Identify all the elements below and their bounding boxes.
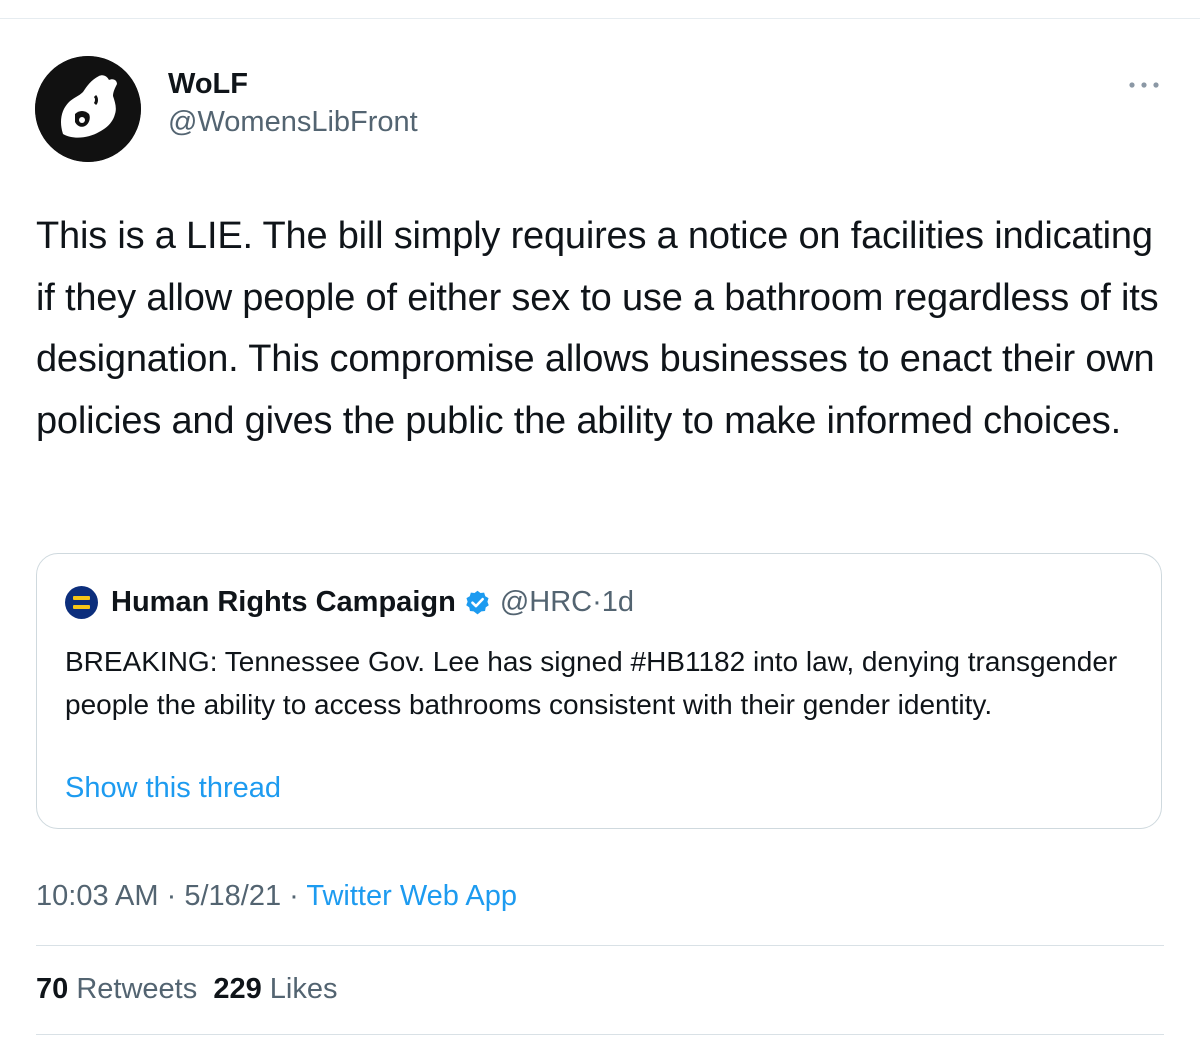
more-options-button[interactable] xyxy=(1122,70,1166,100)
quoted-tweet-time[interactable]: 1d xyxy=(602,586,634,618)
meta-separator: · xyxy=(166,880,177,912)
likes-label: Likes xyxy=(269,973,338,1005)
author-avatar[interactable] xyxy=(35,56,141,162)
top-divider xyxy=(0,18,1200,19)
wolf-logo-icon xyxy=(35,56,141,162)
author-handle[interactable]: @WomensLibFront xyxy=(168,106,418,139)
more-dots-icon xyxy=(1129,82,1159,88)
retweets-count: 70 xyxy=(36,973,69,1005)
retweets-stat[interactable]: 70 Retweets xyxy=(36,973,197,1005)
likes-count: 229 xyxy=(213,973,262,1005)
quoted-author-name[interactable]: Human Rights Campaign xyxy=(111,586,456,619)
tweet-date[interactable]: 5/18/21 xyxy=(184,880,281,912)
stats-divider-top xyxy=(36,945,1164,946)
show-thread-link[interactable]: Show this thread xyxy=(65,772,281,805)
retweets-label: Retweets xyxy=(76,973,198,1005)
meta-separator: · xyxy=(289,880,299,912)
tweet-source-link[interactable]: Twitter Web App xyxy=(306,880,517,912)
author-display-name[interactable]: WoLF xyxy=(168,68,248,101)
quoted-tweet-header: Human Rights Campaign @HRC·1d xyxy=(65,582,634,622)
quoted-tweet-text: BREAKING: Tennessee Gov. Lee has signed … xyxy=(65,646,1118,720)
tweet-meta: 10:03 AM · 5/18/21 · Twitter Web App xyxy=(36,880,517,913)
quoted-separator: · xyxy=(592,585,602,618)
quoted-tweet-card[interactable]: Human Rights Campaign @HRC·1d BREAKING: … xyxy=(36,553,1162,829)
likes-stat[interactable]: 229 Likes xyxy=(213,973,337,1005)
quoted-handle-text: @HRC xyxy=(499,585,593,618)
quoted-author-handle: @HRC·1d xyxy=(500,586,634,619)
tweet-stats: 70 Retweets 229 Likes xyxy=(36,973,338,1006)
tweet-text: This is a LIE. The bill simply requires … xyxy=(36,215,1159,442)
tweet-time[interactable]: 10:03 AM xyxy=(36,880,159,912)
stats-divider-bottom xyxy=(36,1034,1164,1035)
hrc-logo-icon xyxy=(65,585,98,619)
verified-badge-icon xyxy=(466,590,489,614)
